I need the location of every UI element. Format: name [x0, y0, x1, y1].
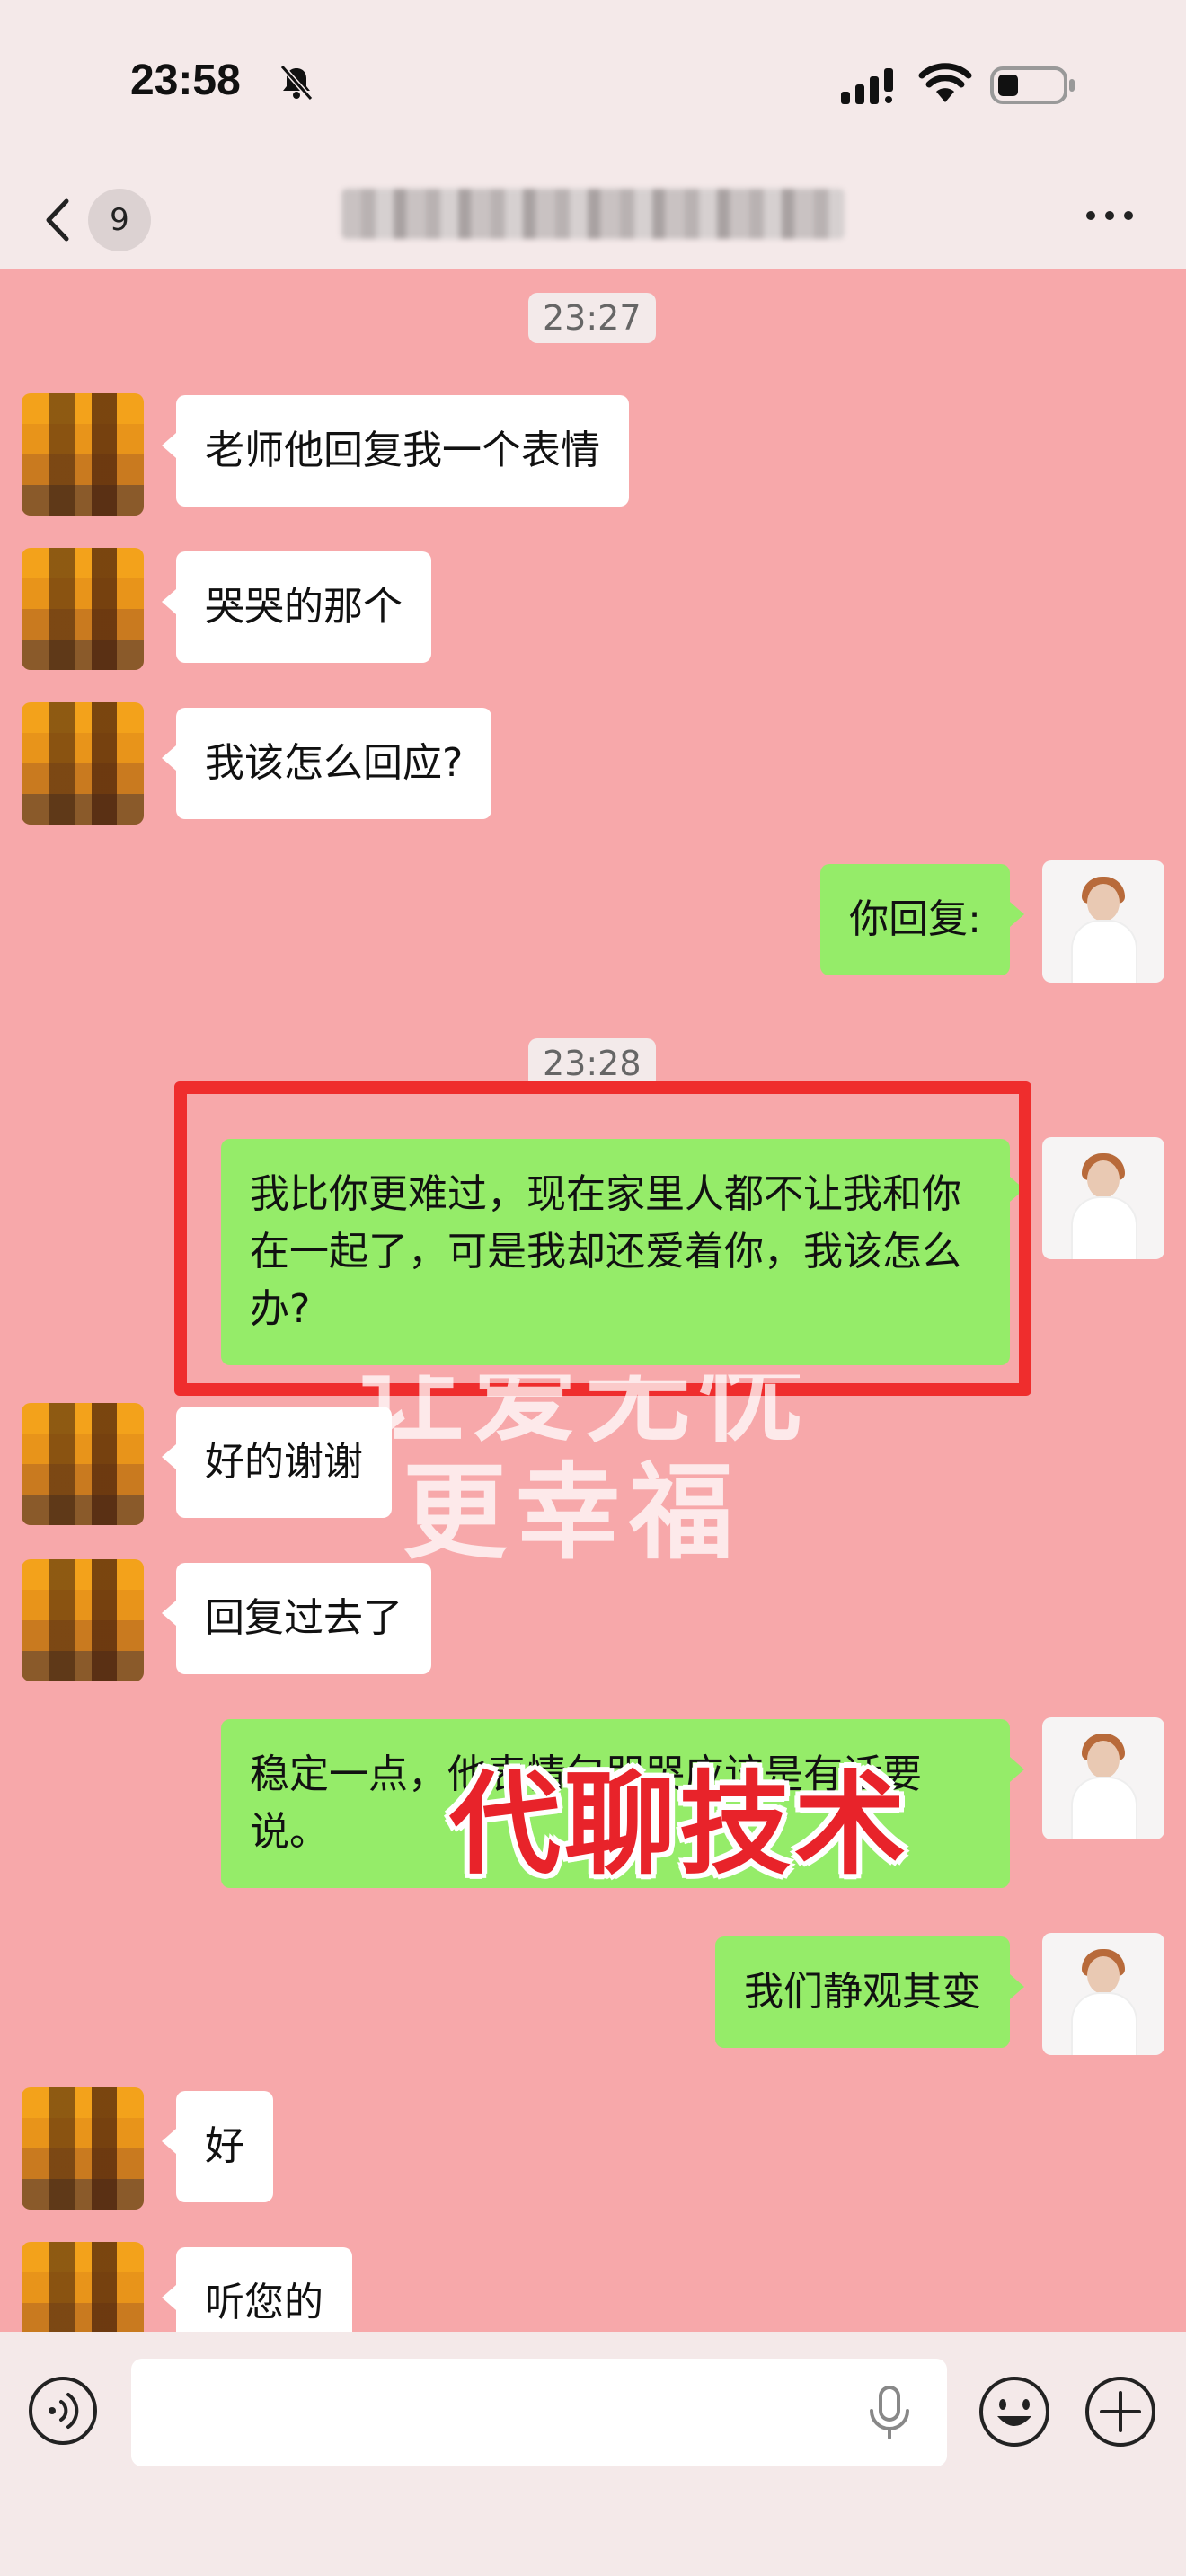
status-bar: 23:58	[0, 0, 1186, 162]
contact-name-pixelated	[341, 189, 845, 239]
chevron-left-icon	[46, 198, 69, 242]
avatar[interactable]	[1042, 1933, 1164, 2055]
plus-icon[interactable]	[1084, 2375, 1157, 2448]
avatar[interactable]	[1042, 1717, 1164, 1839]
avatar-body	[1073, 1994, 1136, 2055]
avatar[interactable]	[22, 2087, 144, 2210]
message-bubble[interactable]: 哭哭的那个	[162, 551, 431, 663]
back-button[interactable]: 9	[36, 187, 153, 251]
message-bubble[interactable]: 听您的	[162, 2247, 352, 2332]
avatar-face	[1087, 884, 1120, 922]
avatar-face	[1087, 1956, 1120, 1994]
chat-header: 9	[0, 162, 1186, 269]
avatar-body	[1073, 1198, 1136, 1259]
ellipsis-icon[interactable]	[1078, 198, 1141, 234]
message-bubble[interactable]: 我们静观其变	[715, 1936, 1024, 2048]
message-bubble[interactable]: 老师他回复我一个表情	[162, 395, 629, 507]
message-bubble[interactable]: 好	[162, 2091, 273, 2202]
avatar[interactable]	[1042, 860, 1164, 983]
bell-slash-icon	[279, 65, 314, 101]
voice-icon[interactable]	[27, 2375, 99, 2447]
avatar[interactable]	[22, 1559, 144, 1681]
unread-count-badge: 9	[88, 189, 151, 251]
avatar[interactable]	[22, 1403, 144, 1525]
message-list[interactable]: 23:27 老师他回复我一个表情 哭哭的那个 我该怎么回应? 你回复: 23:2…	[0, 269, 1186, 2332]
signal-icon	[841, 68, 893, 104]
watermark-line-2: 更幸福	[403, 1451, 742, 1574]
battery-icon	[990, 66, 1075, 104]
microphone-icon[interactable]	[863, 2384, 916, 2441]
message-bubble[interactable]: 我该怎么回应?	[161, 708, 492, 819]
status-time: 23:58	[130, 57, 241, 104]
avatar-face	[1087, 1741, 1120, 1778]
message-input[interactable]	[131, 2359, 947, 2466]
overlay-caption: 代聊技术	[449, 1760, 910, 1890]
avatar[interactable]	[22, 2242, 144, 2332]
avatar[interactable]	[1042, 1137, 1164, 1259]
emoji-icon[interactable]	[978, 2375, 1051, 2448]
avatar[interactable]	[22, 393, 144, 516]
message-bubble[interactable]: 你回复:	[820, 864, 1024, 975]
wifi-icon	[918, 63, 972, 102]
input-bar	[0, 2332, 1186, 2576]
highlight-box	[174, 1081, 1031, 1396]
avatar[interactable]	[22, 702, 144, 825]
avatar-face	[1087, 1160, 1120, 1198]
message-bubble[interactable]: 好的谢谢	[162, 1407, 392, 1518]
avatar-body	[1073, 1778, 1136, 1839]
timestamp: 23:27	[528, 293, 656, 343]
avatar-body	[1073, 922, 1136, 983]
message-bubble[interactable]: 回复过去了	[162, 1563, 431, 1674]
avatar[interactable]	[22, 548, 144, 670]
